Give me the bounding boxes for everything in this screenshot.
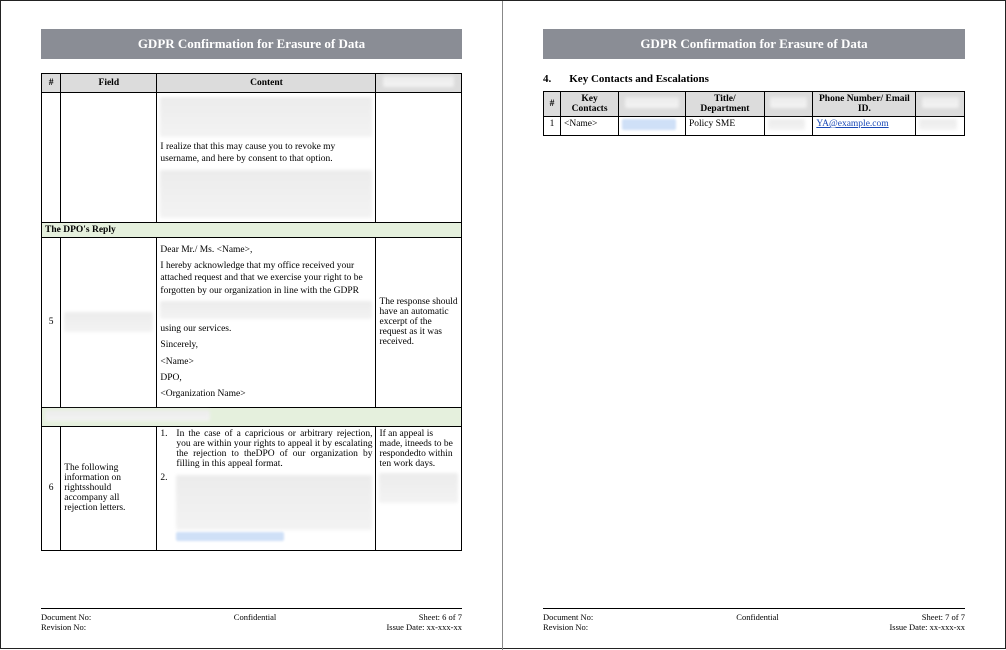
- footer-conf: Confidential: [234, 612, 277, 622]
- th-blank1: [619, 92, 686, 117]
- contact-name: <Name>: [560, 117, 618, 136]
- footer-conf: Confidential: [736, 612, 779, 622]
- page-title-bar: GDPR Confirmation for Erasure of Data: [41, 29, 462, 59]
- reply-body: I hereby acknowledge that my office rece…: [160, 260, 372, 297]
- footer-docno: Document No:: [543, 612, 593, 622]
- page-footer: Document No: Confidential Sheet: 6 of 7 …: [41, 608, 462, 632]
- table-row: 6 The following information on rightssho…: [42, 426, 462, 550]
- footer-issue: Issue Date: xx-xxx-xx: [889, 622, 965, 632]
- contacts-table: # Key Contacts Title/ Department Phone N…: [543, 91, 965, 136]
- contact-num: 1: [544, 117, 561, 136]
- row6-field: The following information on rightsshoul…: [61, 426, 157, 550]
- th-num: #: [42, 74, 61, 93]
- table-header-row: # Field Content: [42, 74, 462, 93]
- section-divider-blank: [42, 407, 462, 426]
- th-field: Field: [61, 74, 157, 93]
- appeal-item-1: 1. In the case of a capricious or arbitr…: [160, 429, 372, 469]
- th-content: Content: [157, 74, 376, 93]
- th-key: Key Contacts: [560, 92, 618, 117]
- appeal-item-2: 2.: [160, 473, 372, 544]
- contact-row: 1 <Name> Policy SME YA@example.com: [544, 117, 965, 136]
- contact-email-link[interactable]: YA@example.com: [816, 119, 888, 129]
- footer-issue: Issue Date: xx-xxx-xx: [386, 622, 462, 632]
- consent-paragraph: I realize that this may cause you to rev…: [160, 141, 372, 166]
- page-title-bar: GDPR Confirmation for Erasure of Data: [543, 29, 965, 59]
- reply-salutation: Dear Mr./ Ms. <Name>,: [160, 244, 372, 256]
- contact-title: Policy SME: [685, 117, 764, 136]
- row6-note: If an appeal is made, itneeds to be resp…: [379, 429, 452, 469]
- th-note: [376, 74, 462, 93]
- reply-sig1: Sincerely,: [160, 339, 372, 351]
- th-blank2: [764, 92, 813, 117]
- section-title: Key Contacts and Escalations: [569, 73, 709, 85]
- footer-docno: Document No:: [41, 612, 91, 622]
- table-row: 5 Dear Mr./ Ms. <Name>, I hereby acknowl…: [42, 237, 462, 407]
- page-6: GDPR Confirmation for Erasure of Data # …: [1, 1, 503, 650]
- footer-sheet: Sheet: 6 of 7: [419, 612, 462, 622]
- reply-sig4: <Organization Name>: [160, 388, 372, 400]
- section-number: 4.: [543, 73, 551, 85]
- footer-rev: Revision No:: [41, 622, 86, 632]
- reply-sig2: <Name>: [160, 356, 372, 368]
- section-heading: 4. Key Contacts and Escalations: [543, 73, 965, 85]
- th-blank3: [916, 92, 965, 117]
- th-phone: Phone Number/ Email ID.: [813, 92, 916, 117]
- th-title: Title/ Department: [685, 92, 764, 117]
- page-7: GDPR Confirmation for Erasure of Data 4.…: [503, 1, 1005, 650]
- section-divider-dpo-reply: The DPO's Reply: [42, 222, 462, 237]
- reply-sig3: DPO,: [160, 372, 372, 384]
- table-header-row: # Key Contacts Title/ Department Phone N…: [544, 92, 965, 117]
- footer-rev: Revision No:: [543, 622, 588, 632]
- reply-note: The response should have an automatic ex…: [376, 237, 462, 407]
- table-row: I realize that this may cause you to rev…: [42, 93, 462, 223]
- reply-line2: using our services.: [160, 323, 372, 335]
- main-table: # Field Content I realize that this may …: [41, 73, 462, 551]
- th-num: #: [544, 92, 561, 117]
- page-footer: Document No: Confidential Sheet: 7 of 7 …: [543, 608, 965, 632]
- footer-sheet: Sheet: 7 of 7: [922, 612, 965, 622]
